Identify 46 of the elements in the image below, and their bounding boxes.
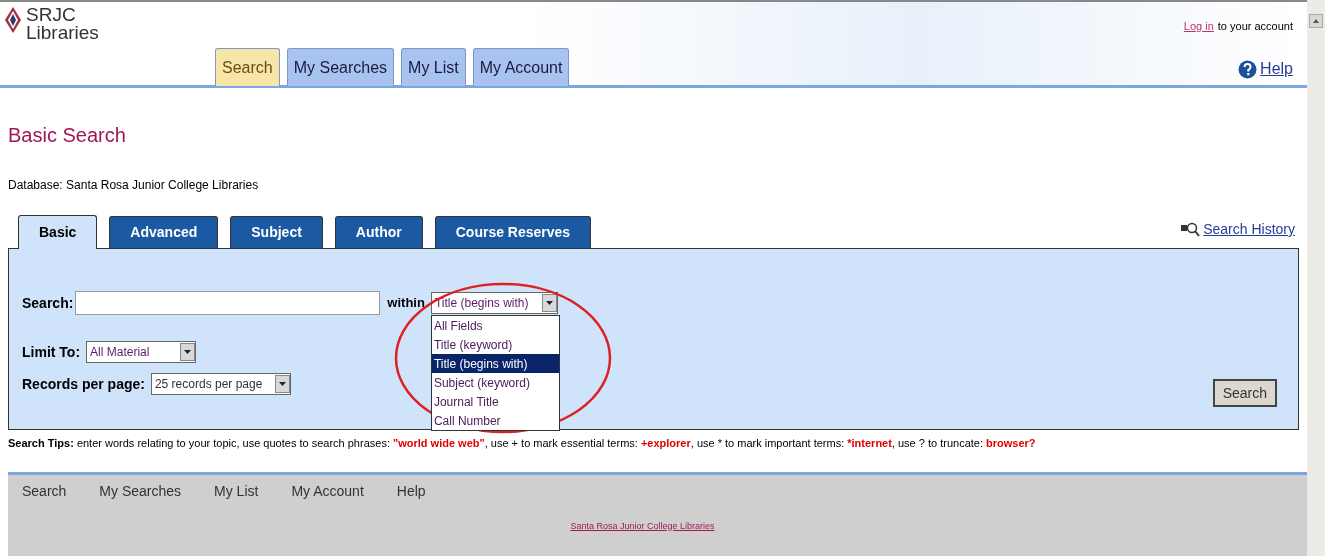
dropdown-option[interactable]: All Fields	[431, 316, 559, 335]
dropdown-option[interactable]: Title (begins with)	[431, 354, 559, 373]
dropdown-option[interactable]: Journal Title	[431, 392, 559, 411]
caret-icon	[180, 343, 196, 361]
search-label: Search:	[22, 293, 74, 313]
dropdown-option[interactable]: Title (keyword)	[431, 335, 559, 354]
caret-icon	[274, 375, 290, 393]
caret-icon	[541, 294, 557, 312]
search-tab[interactable]: Basic	[18, 215, 98, 249]
login-link[interactable]: Log in	[1183, 18, 1214, 35]
dropdown-option[interactable]: Subject (keyword)	[431, 373, 559, 392]
scroll-up-icon[interactable]	[1309, 14, 1323, 28]
page-title: Basic Search	[8, 123, 127, 148]
login-text: to your account	[1217, 19, 1293, 34]
limit-label: Limit To:	[22, 342, 81, 362]
footer-link[interactable]: My Account	[291, 480, 364, 502]
footer-link[interactable]: My List	[214, 480, 259, 502]
search-history-icon	[1181, 221, 1202, 238]
search-button[interactable]: Search	[1212, 379, 1277, 407]
nav-tab[interactable]: My Account	[472, 48, 570, 86]
logo-text: Libraries	[26, 24, 99, 42]
search-tab[interactable]: Author	[334, 216, 423, 248]
help-icon	[1238, 59, 1258, 79]
logo-icon	[4, 6, 22, 34]
footer-link[interactable]: Help	[396, 480, 426, 502]
search-tips: Search Tips: enter words relating to your topic, use quotes to search phrases: "world wide web", use + to mark essential terms: +explorer, use * to mark important terms: *internet, use ? to truncate: browser?	[8, 436, 1037, 451]
footer-link[interactable]: My Searches	[99, 480, 182, 502]
dropdown-option[interactable]: Call Number	[431, 411, 559, 430]
records-dropdown[interactable]: 25 records per page	[150, 373, 291, 395]
nav-tab[interactable]: My Searches	[286, 48, 395, 86]
college-link[interactable]: Santa Rosa Junior College Libraries	[570, 519, 715, 533]
search-tab[interactable]: Advanced	[109, 216, 219, 248]
search-history-link[interactable]: Search History	[1203, 219, 1295, 240]
limit-dropdown[interactable]: All Material	[86, 341, 197, 363]
nav-tab[interactable]: My List	[401, 48, 466, 86]
help-link[interactable]: Help	[1260, 57, 1293, 81]
nav-tab[interactable]: Search	[215, 48, 280, 86]
records-label: Records per page:	[22, 374, 145, 394]
search-tab[interactable]: Subject	[230, 216, 323, 248]
footer-link[interactable]: Search	[22, 480, 67, 502]
database-text: Database: Santa Rosa Junior College Libraries	[8, 177, 260, 194]
scrollbar[interactable]	[1307, 0, 1325, 556]
search-tab[interactable]: Course Reserves	[434, 216, 592, 248]
logo-text: SRJC	[26, 6, 77, 24]
search-field[interactable]	[75, 291, 381, 315]
within-label: within	[387, 294, 425, 313]
